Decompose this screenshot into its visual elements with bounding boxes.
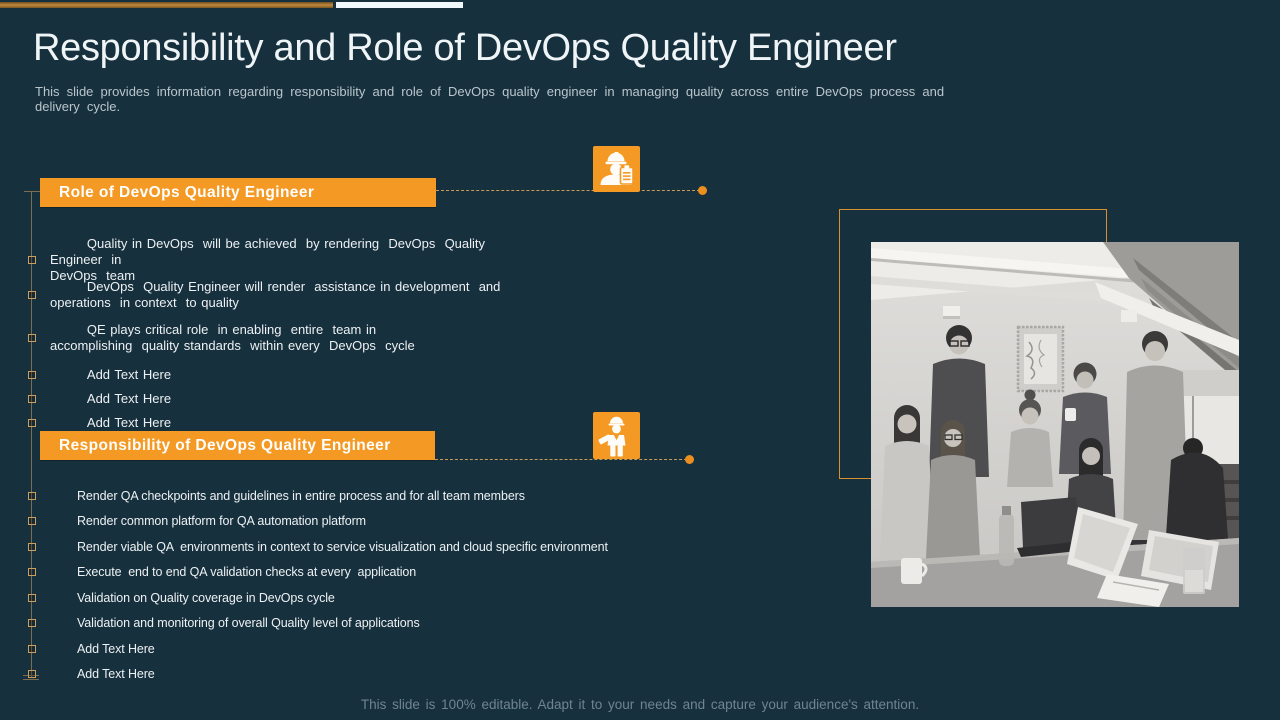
square-bullet-icon bbox=[28, 256, 36, 264]
square-bullet-icon bbox=[28, 645, 36, 653]
square-bullet-icon bbox=[28, 568, 36, 576]
square-bullet-icon bbox=[28, 594, 36, 602]
square-bullet-icon bbox=[28, 619, 36, 627]
square-bullet-icon bbox=[28, 543, 36, 551]
square-bullet-icon bbox=[28, 291, 36, 299]
square-bullet-icon bbox=[28, 492, 36, 500]
top-accent-bar-gold bbox=[0, 2, 333, 8]
dashed-connector-line bbox=[435, 459, 687, 460]
top-accent-bar-white bbox=[336, 2, 463, 8]
standing-engineer-icon bbox=[593, 412, 640, 459]
connector-dot bbox=[698, 186, 707, 195]
square-bullet-icon bbox=[28, 670, 36, 678]
dashed-connector-line bbox=[436, 190, 700, 191]
square-bullet-icon bbox=[28, 419, 36, 427]
slide-canvas: Responsibility and Role of DevOps Qualit… bbox=[0, 0, 1280, 720]
square-bullet-icon bbox=[28, 371, 36, 379]
section-header-role: Role of DevOps Quality Engineer bbox=[40, 178, 436, 207]
connector-end-tick bbox=[23, 679, 39, 680]
engineer-with-clipboard-icon bbox=[593, 146, 640, 192]
footer-note: This slide is 100% editable. Adapt it to… bbox=[0, 697, 1280, 712]
connector-dot bbox=[685, 455, 694, 464]
list-item: Add Text Here bbox=[50, 653, 155, 695]
slide-subtitle: This slide provides information regardin… bbox=[35, 84, 995, 114]
square-bullet-icon bbox=[28, 517, 36, 525]
square-bullet-icon bbox=[28, 395, 36, 403]
section-header-responsibility: Responsibility of DevOps Quality Enginee… bbox=[40, 431, 435, 460]
slide-title: Responsibility and Role of DevOps Qualit… bbox=[33, 27, 897, 70]
connector-top-tick bbox=[24, 191, 40, 192]
team-photo bbox=[871, 242, 1239, 607]
square-bullet-icon bbox=[28, 334, 36, 342]
